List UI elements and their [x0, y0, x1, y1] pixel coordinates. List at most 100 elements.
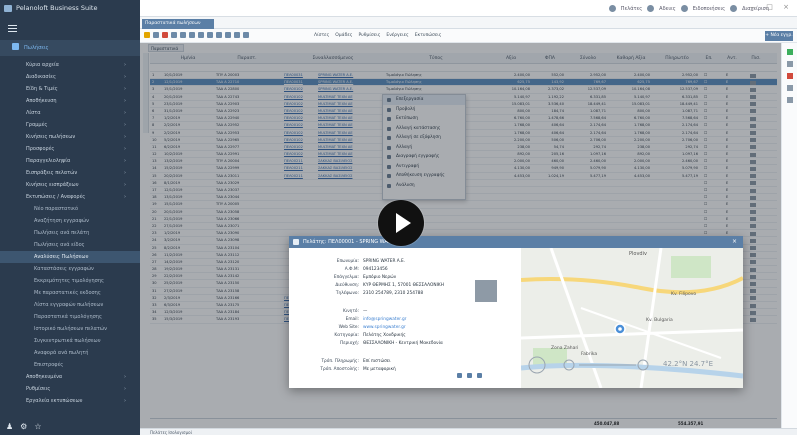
chevron-right-icon: ›	[124, 74, 126, 80]
sidebar-item[interactable]: Αποθήκευση ›	[0, 95, 140, 107]
sidebar-item[interactable]: Εισπράξεις πελατών ›	[0, 167, 140, 179]
favorite-icon[interactable]	[144, 32, 150, 38]
field-label: Τηλέφωνο:	[335, 291, 359, 296]
chevron-right-icon: ›	[124, 122, 126, 128]
refresh-icon[interactable]	[207, 32, 213, 38]
sidebar: Πωλήσεις Κύρια αρχεία › Διαδικασίες › Είδη &…	[0, 17, 140, 435]
sidebar-item[interactable]: Συγκεντρωτικά πωλήσεων	[0, 335, 140, 347]
sidebar-item-label: Συγκεντρωτικά πωλήσεων	[34, 338, 101, 344]
add-icon[interactable]	[787, 49, 793, 55]
sidebar-item[interactable]: Με παραστατικές εκδοσης	[0, 287, 140, 299]
top-info-customers[interactable]: Πελάτες	[621, 6, 642, 12]
pdf-icon[interactable]	[162, 32, 168, 38]
sidebar-item[interactable]: Επιστροφές	[0, 359, 140, 371]
delete-icon[interactable]	[787, 73, 793, 79]
field-label: Επάγγελμα:	[333, 275, 359, 280]
close-icon[interactable]: ×	[732, 236, 737, 248]
top-info-notifications[interactable]: Ειδοποιήσεις	[693, 6, 725, 12]
sidebar-item-label: Εκτυπώσεις / Αναφορές	[26, 194, 86, 200]
tab-strip: Παραστατικά πωλήσεων	[140, 17, 797, 29]
sidebar-item[interactable]: Αναλύσεις Πωλήσεων	[0, 251, 140, 263]
notifications-icon[interactable]	[680, 5, 688, 12]
sidebar-item[interactable]: Ρυθμίσεις ›	[0, 383, 140, 395]
new-record-button[interactable]: + Νέα εγγρ.	[765, 31, 793, 41]
star-icon[interactable]: ☆	[34, 422, 41, 431]
qr-code-icon	[475, 280, 497, 302]
sidebar-item[interactable]: Πωλήσεις ανά είδος	[0, 239, 140, 251]
menu-actions[interactable]: Ενέργειες	[386, 29, 408, 43]
sidebar-item[interactable]: Εργαλεία εκτυπώσεων ›	[0, 395, 140, 407]
location-icon[interactable]	[477, 373, 482, 378]
field-value[interactable]: www.springwater.gr	[363, 324, 406, 332]
sidebar-item-label: Ρυθμίσεις	[26, 386, 51, 392]
columns-icon[interactable]	[243, 32, 249, 38]
copy-icon[interactable]	[171, 32, 177, 38]
menu-prints[interactable]: Εκτυπώσεις	[415, 29, 442, 43]
field-label: Τρόπ. Αποστολής:	[320, 367, 359, 372]
sidebar-item[interactable]: Ιστορικό πωλήσεων πελατών	[0, 323, 140, 335]
field-value: ΘΕΣΣΑΛΟΝΙΚΗ - Κεντρική Μακεδονία	[363, 341, 443, 346]
map-label-filipovo: Kv. Filipovo	[671, 292, 697, 297]
customer-map[interactable]: Plovdiv Kv. Filipovo Zona Zahari Kv. Bul…	[521, 248, 743, 388]
sidebar-item-label: Διαδικασίες	[26, 74, 56, 80]
modal-header: Πελάτης: ΠΕΛ00001 - SPRING WATER A.E. ×	[289, 236, 743, 248]
sidebar-item[interactable]: Εκτυπώσεις / Αναφορές ›	[0, 191, 140, 203]
sidebar-item[interactable]: Διαδικασίες ›	[0, 71, 140, 83]
sidebar-item[interactable]: Αποθηκευμένα ›	[0, 371, 140, 383]
sidebar-item[interactable]: Λίστα εγγραφών πωλήσεων	[0, 299, 140, 311]
licenses-icon[interactable]	[647, 5, 655, 12]
sidebar-item[interactable]: Λίστα ›	[0, 107, 140, 119]
tab-sales-documents[interactable]: Παραστατικά πωλήσεων	[142, 19, 214, 29]
sidebar-item[interactable]: Γραμμές ›	[0, 119, 140, 131]
print-icon[interactable]	[234, 32, 240, 38]
menu-groups[interactable]: Ομάδες	[335, 29, 352, 43]
field-value: Πελάτης Χονδρικής	[363, 333, 406, 338]
sidebar-item[interactable]: Προσφορές ›	[0, 143, 140, 155]
field-label: Κατηγορία:	[334, 333, 359, 338]
sidebar-item[interactable]: Αναφορά ανά πωλητή	[0, 347, 140, 359]
menu-toggle-icon[interactable]	[8, 25, 17, 32]
sidebar-item[interactable]: Πωλήσεις ανά πελάτη	[0, 227, 140, 239]
columns-config-icon[interactable]	[787, 85, 793, 91]
top-info-licenses[interactable]: Αδειες	[659, 6, 676, 12]
sidebar-item-label: Αναζήτηση εγγραφών	[34, 218, 89, 224]
chevron-right-icon: ›	[124, 146, 126, 152]
sidebar-item[interactable]: Κύρια αρχεία ›	[0, 59, 140, 71]
sidebar-item[interactable]: Κινήσεις εισπράξεων ›	[0, 179, 140, 191]
info-icon[interactable]	[787, 97, 793, 103]
chart-icon[interactable]	[457, 373, 462, 378]
table-icon[interactable]	[216, 32, 222, 38]
customers-icon[interactable]	[608, 5, 616, 12]
top-bar: Pelanoloft Business Suite Πελάτες Αδειες…	[0, 0, 797, 17]
sidebar-item[interactable]: Νέο παραστατικό	[0, 203, 140, 215]
menu-settings[interactable]: Ρυθμίσεις	[358, 29, 380, 43]
field-value[interactable]: info@springwater.gr	[363, 316, 406, 324]
sidebar-item[interactable]: Παραστατικά τιμολόγησης	[0, 311, 140, 323]
footer-label[interactable]: Πελάτες Ισολογισμοί	[150, 430, 192, 435]
sort-icon[interactable]	[189, 32, 195, 38]
sidebar-item[interactable]: Παραγγελιοληψία ›	[0, 155, 140, 167]
sidebar-item[interactable]: Αναζήτηση εγγραφών	[0, 215, 140, 227]
edit-icon[interactable]	[467, 373, 472, 378]
video-play-button[interactable]	[378, 200, 424, 246]
sidebar-item[interactable]: Εκκρεμότητες τιμολόγησης	[0, 275, 140, 287]
home-icon[interactable]	[153, 32, 159, 38]
sidebar-item[interactable]: Καταστάσεις εγγραφών	[0, 263, 140, 275]
sidebar-item-label: Λίστα εγγραφών πωλήσεων	[34, 302, 104, 308]
sales-icon	[12, 43, 19, 50]
gear-icon[interactable]: ⚙	[20, 422, 27, 431]
map-coordinates: 42.2°N 24.7°E	[663, 360, 714, 368]
excel-icon[interactable]	[225, 32, 231, 38]
expand-icon[interactable]	[198, 32, 204, 38]
filter-icon[interactable]	[180, 32, 186, 38]
menu-lists[interactable]: Λίστες	[314, 29, 329, 43]
sidebar-item[interactable]: Κινήσεις πωλήσεων ›	[0, 131, 140, 143]
sidebar-item-sales[interactable]: Πωλήσεις	[0, 40, 140, 56]
admin-icon[interactable]	[730, 5, 738, 12]
window-controls[interactable]: — □ ×	[749, 3, 793, 11]
sidebar-item[interactable]: Είδη & Τιμές ›	[0, 83, 140, 95]
app-logo-icon	[4, 5, 12, 12]
user-icon[interactable]: ♟	[6, 422, 13, 431]
sidebar-item-label: Παραστατικά τιμολόγησης	[34, 314, 102, 320]
search-icon[interactable]	[787, 61, 793, 67]
